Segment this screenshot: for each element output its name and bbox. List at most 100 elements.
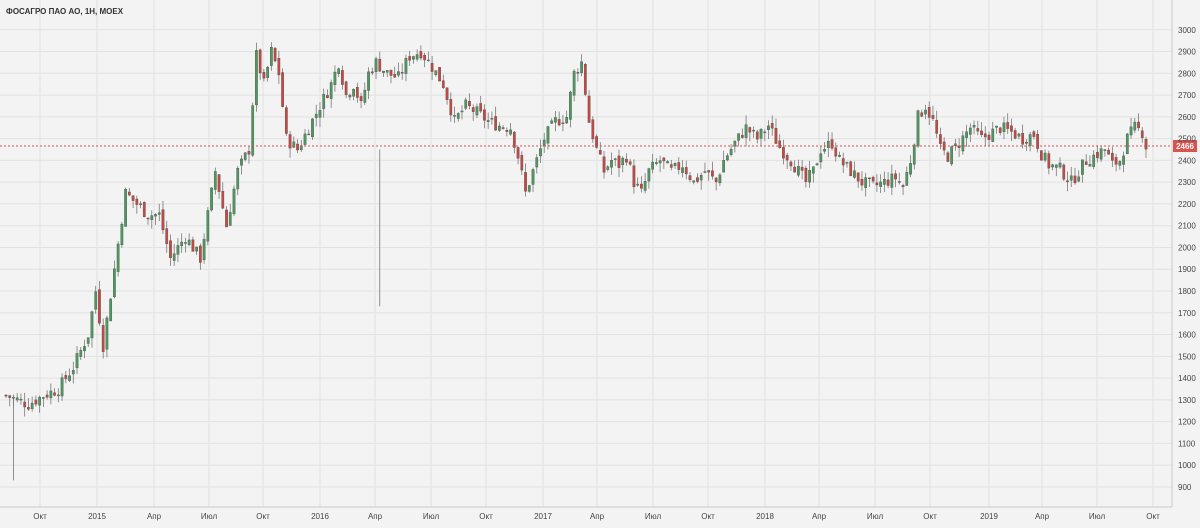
candle-body [79,349,83,357]
candle-body [726,155,729,161]
candle-body [740,134,744,138]
candle-body [830,139,834,149]
candle-body [864,177,868,188]
candle-body [49,390,53,399]
candle-body [363,89,367,103]
candle-body [961,135,965,152]
candle-body [404,58,408,74]
candle-body [998,127,1002,133]
candle-body [266,66,269,78]
candle-body [120,223,124,246]
candle-body [1032,131,1036,137]
candle-body [733,140,737,147]
candle-body [699,175,703,181]
candle-body [180,241,184,247]
candle-body [572,70,576,96]
candle-body [669,164,673,168]
candle-body [359,96,363,102]
candle-body [483,109,486,121]
chart-background [0,0,1200,528]
candle-body [210,187,213,211]
candle-body [527,185,531,192]
x-tick-label: Окт [256,512,270,521]
y-tick-label: 1900 [1178,265,1196,274]
candle-body [445,87,449,100]
candle-body [632,165,636,188]
y-tick-label: 2300 [1178,178,1196,187]
candle-body [113,268,116,298]
candle-body [1122,155,1125,165]
candle-body [228,212,232,226]
candle-body [1114,157,1118,165]
candle-body [505,130,509,132]
candle-body [303,133,307,145]
candle-body [90,311,94,339]
candle-body [1118,161,1122,166]
candle-body [621,157,625,166]
candle-body [883,178,886,185]
candle-body [991,128,995,143]
candle-body [176,245,180,255]
y-tick-label: 1700 [1178,309,1196,318]
candle-body [1103,149,1107,151]
candle-body [1021,132,1025,145]
candle-body [673,163,677,166]
candle-body [613,158,617,160]
y-tick-label: 2800 [1178,69,1196,78]
y-tick-label: 2900 [1178,48,1196,57]
candle-body [255,50,258,106]
candle-body [397,71,400,76]
candle-body [1028,134,1032,146]
candle-body [826,140,830,148]
chart-title: ФОСАГРО ПАО АО, 1Н, МОЕХ [6,7,124,16]
candle-body [1047,153,1051,169]
candle-body [415,54,419,60]
y-tick-label: 2100 [1178,222,1196,231]
candle-body [1081,159,1084,175]
x-tick-label: Июл [645,512,662,521]
candle-body [819,153,823,163]
candle-body [606,166,610,170]
candle-body [1073,175,1077,184]
candle-body [281,72,284,107]
candle-body [486,120,490,122]
candle-body [811,166,815,174]
candle-body [905,172,909,186]
candle-body [127,191,131,196]
candle-body [625,158,628,163]
candle-body [206,210,210,242]
candle-body [569,91,572,120]
candle-body [408,56,412,61]
candle-body [946,152,950,162]
candle-body [655,162,658,164]
y-tick-label: 1800 [1178,287,1196,296]
x-tick-label: Окт [479,512,493,521]
y-tick-label: 900 [1178,483,1192,492]
y-tick-label: 2000 [1178,243,1196,252]
candle-body [1058,162,1062,168]
candle-body [38,396,41,406]
candle-body [314,113,318,119]
candle-body [576,72,580,74]
candle-body [1096,151,1099,159]
candle-body [479,103,483,112]
x-tick-label: 2015 [88,512,106,521]
candle-body [389,69,393,76]
candle-body [438,67,441,82]
candle-body [965,131,968,138]
candle-body [184,242,187,244]
candle-body [382,70,385,73]
candle-body [1069,175,1073,181]
candle-body [512,131,516,148]
candle-body [587,95,591,123]
candle-body [860,179,864,186]
candle-body [770,123,774,129]
candle-body [658,160,662,164]
candle-body [838,155,841,157]
candle-body [101,325,105,352]
candle-body [785,154,789,161]
candle-body [598,149,602,155]
candle-body [879,181,882,187]
candle-body [789,161,793,167]
candle-body [441,80,445,88]
